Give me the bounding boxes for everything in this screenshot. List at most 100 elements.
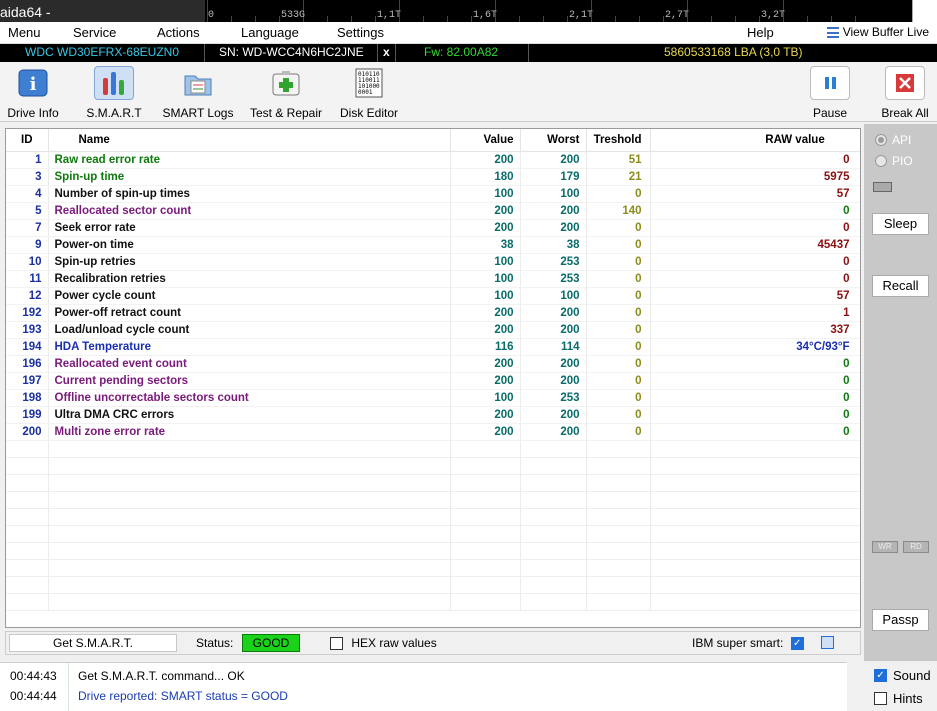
table-row[interactable]: 198 Offline uncorrectable sectors count 10… (6, 389, 860, 407)
hints-checkbox[interactable]: Hints (874, 691, 923, 706)
close-red-icon (885, 66, 925, 100)
window-title-bar: aida64 - (0, 0, 205, 24)
col-threshold-header[interactable]: Treshold (586, 129, 651, 152)
table-row[interactable]: 197 Current pending sectors 200 200 0 0 (6, 372, 860, 390)
test-repair-button[interactable]: Test & Repair (246, 66, 326, 120)
table-header-row: ID Name Value Worst Treshold RAW value (6, 129, 860, 152)
table-row[interactable]: 193 Load/unload cycle count 200 200 0 337 (6, 321, 860, 339)
sleep-button[interactable]: Sleep (872, 213, 929, 235)
table-row[interactable]: 9 Power-on time 38 38 0 45437 (6, 236, 860, 254)
cell-threshold: 0 (586, 321, 651, 339)
cell-id: 7 (6, 219, 49, 237)
cell-raw: 0 (650, 372, 860, 390)
table-row[interactable]: 7 Seek error rate 200 200 0 0 (6, 219, 860, 237)
cell-id: 200 (6, 423, 49, 441)
cell-value: 200 (450, 219, 521, 237)
col-raw-header[interactable]: RAW value (650, 129, 860, 152)
break-all-button[interactable]: Break All (879, 66, 931, 120)
cell-id: 4 (6, 185, 49, 203)
passp-button[interactable]: Passp (872, 609, 929, 631)
cell-name: Offline uncorrectable sectors count (48, 389, 451, 407)
cell-threshold: 0 (586, 253, 651, 271)
menu-settings[interactable]: Settings (337, 25, 384, 40)
table-row[interactable]: 10 Spin-up retries 100 253 0 0 (6, 253, 860, 271)
log-message: Get S.M.A.R.T. command... OK (78, 669, 245, 683)
cell-name: Spin-up time (48, 168, 451, 186)
pause-button[interactable]: Pause (810, 66, 850, 120)
table-row[interactable]: 5 Reallocated sector count 200 200 140 0 (6, 202, 860, 220)
disk-editor-button[interactable]: 010110 110011 101000 0001 Disk Editor (338, 66, 400, 120)
cell-id: 1 (6, 151, 49, 169)
get-smart-button[interactable]: Get S.M.A.R.T. (9, 634, 177, 652)
table-row[interactable]: 196 Reallocated event count 200 200 0 0 (6, 355, 860, 373)
cell-value: 200 (450, 406, 521, 424)
smart-button[interactable]: S.M.A.R.T (84, 66, 144, 120)
cell-worst: 200 (520, 219, 587, 237)
check-icon[interactable]: ✓ (790, 637, 804, 651)
cell-raw: 0 (650, 406, 860, 424)
cell-id: 192 (6, 304, 49, 322)
checkbox-box[interactable] (874, 692, 887, 705)
toolbar: i Drive Info S.M.A.R.T SMART Logs Test &… (0, 62, 937, 122)
cell-threshold: 51 (586, 151, 651, 169)
drive-info-button[interactable]: i Drive Info (5, 66, 61, 120)
right-control-panel: API PIO Sleep Recall WR RD Passp (864, 124, 937, 661)
menu-help[interactable]: Help (747, 25, 774, 40)
log-panel: 00:44:43 Get S.M.A.R.T. command... OK 00… (0, 662, 847, 711)
svg-text:i: i (30, 74, 37, 95)
pio-radio[interactable]: PIO (875, 154, 913, 168)
col-worst-header[interactable]: Worst (520, 129, 587, 152)
empty-row (6, 457, 860, 475)
cell-name: Power-on time (48, 236, 451, 254)
smart-attributes-table: ID Name Value Worst Treshold RAW value 1… (5, 128, 861, 628)
drive-model: WDC WD30EFRX-68EUZN0 (25, 45, 180, 59)
table-row[interactable]: 192 Power-off retract count 200 200 0 1 (6, 304, 860, 322)
view-buffer-live-button[interactable]: View Buffer Live (826, 25, 929, 39)
cell-id: 10 (6, 253, 49, 271)
ibm-super-smart-checkbox[interactable]: IBM super smart: ✓ (692, 636, 804, 651)
cell-worst: 100 (520, 185, 587, 203)
menu-actions[interactable]: Actions (157, 25, 200, 40)
cell-worst: 200 (520, 202, 587, 220)
drive-close-button[interactable]: x (383, 45, 390, 59)
hex-raw-values-checkbox[interactable]: HEX raw values (330, 636, 437, 651)
table-row[interactable]: 12 Power cycle count 100 100 0 57 (6, 287, 860, 305)
menu-service[interactable]: Service (73, 25, 116, 40)
table-row[interactable]: 4 Number of spin-up times 100 100 0 57 (6, 185, 860, 203)
table-row[interactable]: 3 Spin-up time 180 179 21 5975 (6, 168, 860, 186)
recall-button[interactable]: Recall (872, 275, 929, 297)
check-icon[interactable]: ✓ (874, 669, 887, 682)
sound-hints-panel: ✓ Sound Hints (864, 661, 937, 711)
col-id-header[interactable]: ID (6, 129, 49, 152)
table-row[interactable]: 200 Multi zone error rate 200 200 0 0 (6, 423, 860, 441)
table-row[interactable]: 199 Ultra DMA CRC errors 200 200 0 0 (6, 406, 860, 424)
cell-id: 3 (6, 168, 49, 186)
smart-logs-button[interactable]: SMART Logs (162, 66, 234, 120)
cell-name: Recalibration retries (48, 270, 451, 288)
menu-language[interactable]: Language (241, 25, 299, 40)
cell-threshold: 0 (586, 423, 651, 441)
table-row[interactable]: 194 HDA Temperature 116 114 0 34°C/93°F (6, 338, 860, 356)
table-row[interactable]: 11 Recalibration retries 100 253 0 0 (6, 270, 860, 288)
empty-row (6, 576, 860, 594)
ruler-label: 1,1T (377, 10, 402, 21)
api-radio[interactable]: API (875, 133, 911, 147)
status-badge: GOOD (242, 634, 300, 652)
empty-row (6, 559, 860, 577)
table-row[interactable]: 1 Raw read error rate 200 200 51 0 (6, 151, 860, 169)
cell-raw: 45437 (650, 236, 860, 254)
col-value-header[interactable]: Value (450, 129, 521, 152)
col-name-header[interactable]: Name (48, 129, 451, 152)
ibm-option-box[interactable] (821, 636, 834, 649)
cell-threshold: 140 (586, 202, 651, 220)
sound-checkbox[interactable]: ✓ Sound (874, 668, 931, 683)
cell-threshold: 0 (586, 372, 651, 390)
cell-threshold: 21 (586, 168, 651, 186)
rd-indicator: RD (903, 541, 929, 553)
status-bar: Get S.M.A.R.T. Status: GOOD HEX raw valu… (5, 631, 861, 655)
cell-worst: 253 (520, 253, 587, 271)
menu-menu[interactable]: Menu (8, 25, 41, 40)
checkbox-box[interactable] (330, 637, 343, 651)
log-time: 00:44:43 (10, 669, 57, 683)
cell-worst: 200 (520, 423, 587, 441)
